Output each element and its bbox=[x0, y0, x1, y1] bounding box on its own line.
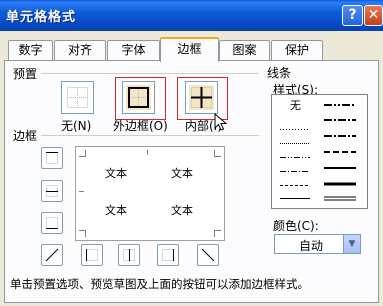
tab-alignment[interactable]: 对齐 bbox=[54, 40, 106, 61]
line-color-value: 自动 bbox=[299, 239, 324, 253]
line-color-label: 颜色(C): bbox=[273, 219, 319, 233]
tab-patterns[interactable]: 图案 bbox=[219, 40, 270, 61]
line-style-list[interactable]: 无 bbox=[271, 94, 368, 209]
border-tab-panel: 预置 无(N) 外边框(O) 内部(I) 边框 文本 文本 文本 文本 线条 样… bbox=[4, 60, 379, 303]
hint-text: 单击预置选项、预览草图及上面的按钮可以添加边框样式。 bbox=[10, 277, 309, 291]
diagonal-up-icon bbox=[45, 248, 59, 262]
preview-text: 文本 bbox=[105, 167, 127, 180]
border-right-button[interactable] bbox=[157, 244, 179, 266]
preview-mid-mark bbox=[147, 150, 154, 155]
no-border-icon bbox=[67, 87, 88, 108]
outline-border-icon bbox=[126, 85, 151, 110]
border-diagonal-down-button[interactable] bbox=[197, 244, 219, 266]
border-divider bbox=[41, 135, 259, 136]
line-style-samples bbox=[280, 104, 356, 201]
window-title: 单元格格式 bbox=[6, 10, 77, 25]
border-top-button[interactable] bbox=[41, 147, 63, 169]
border-inside-vertical-icon bbox=[123, 249, 135, 261]
border-inside-horizontal-button[interactable] bbox=[41, 180, 63, 202]
border-bottom-button[interactable] bbox=[41, 212, 63, 234]
preview-text: 文本 bbox=[171, 204, 193, 217]
preview-text: 文本 bbox=[171, 167, 193, 180]
title-bar: 单元格格式 ? ✕ bbox=[0, 0, 383, 31]
presets-section-label: 预置 bbox=[13, 67, 38, 81]
tab-border[interactable]: 边框 bbox=[160, 37, 219, 62]
preset-outline-label: 外边框(O) bbox=[113, 119, 168, 133]
preset-outline-button[interactable] bbox=[122, 81, 155, 114]
border-top-icon bbox=[46, 152, 58, 164]
preview-text: 文本 bbox=[105, 204, 127, 217]
preset-none-label: 无(N) bbox=[61, 119, 92, 133]
border-section-label: 边框 bbox=[13, 129, 38, 143]
tab-protection[interactable]: 保护 bbox=[271, 40, 323, 61]
mouse-cursor-icon bbox=[214, 113, 228, 131]
preview-corner-mark bbox=[79, 150, 86, 157]
preset-inside-button[interactable] bbox=[185, 81, 218, 114]
preset-none-button[interactable] bbox=[61, 81, 94, 114]
border-inside-vertical-button[interactable] bbox=[118, 244, 140, 266]
presets-divider bbox=[41, 73, 259, 74]
border-bottom-icon bbox=[46, 217, 58, 229]
border-right-icon bbox=[162, 249, 174, 261]
line-color-select[interactable]: 自动 ▼ bbox=[274, 234, 361, 254]
inside-border-icon bbox=[189, 85, 214, 110]
preview-corner-mark bbox=[214, 150, 221, 157]
format-cells-dialog: 单元格格式 ? ✕ 数字 对齐 字体 边框 图案 保护 预置 无(N) 外边框(… bbox=[0, 0, 383, 306]
border-left-button[interactable] bbox=[81, 244, 103, 266]
close-button[interactable]: ✕ bbox=[364, 5, 383, 26]
preview-mid-mark bbox=[79, 191, 84, 198]
tab-number[interactable]: 数字 bbox=[8, 40, 53, 61]
preview-corner-mark bbox=[79, 230, 86, 237]
help-button[interactable]: ? bbox=[342, 5, 363, 26]
chevron-down-icon[interactable]: ▼ bbox=[343, 235, 360, 253]
diagonal-down-icon bbox=[201, 248, 215, 262]
line-section-label: 线条 bbox=[267, 66, 292, 80]
preview-corner-mark bbox=[214, 230, 221, 237]
tab-font[interactable]: 字体 bbox=[107, 40, 160, 61]
border-preview[interactable]: 文本 文本 文本 文本 bbox=[75, 146, 225, 241]
border-left-icon bbox=[86, 249, 98, 261]
border-diagonal-up-button[interactable] bbox=[41, 244, 63, 266]
tab-strip: 数字 对齐 字体 边框 图案 保护 bbox=[0, 31, 383, 62]
border-inside-horizontal-icon bbox=[46, 185, 58, 197]
